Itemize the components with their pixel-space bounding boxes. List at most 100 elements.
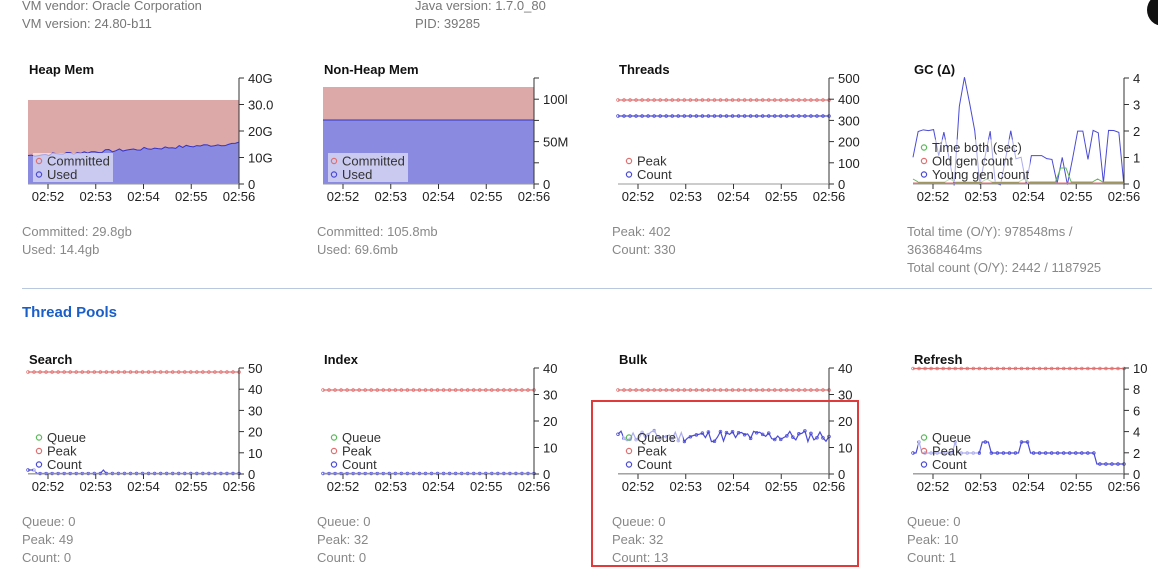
gc-total-time-cont: 36368464ms xyxy=(907,242,983,257)
y-tick-label: 50 xyxy=(248,361,262,376)
y-tick-label: 30.0 xyxy=(248,98,273,113)
x-tick-label: 02:55 xyxy=(175,189,208,204)
index-queue: Queue: 0 xyxy=(317,514,371,529)
refresh-count: Count: 1 xyxy=(907,550,957,565)
y-tick-label: 4 xyxy=(1133,71,1140,86)
heap-mem-title: Heap Mem xyxy=(29,62,95,77)
y-tick-label: 300 xyxy=(838,113,860,128)
y-tick-label: 100l xyxy=(543,92,568,107)
x-tick-label: 02:56 xyxy=(223,189,256,204)
legend-label: Count xyxy=(47,457,82,472)
x-tick-label: 02:52 xyxy=(917,479,950,494)
vm-vendor: VM vendor: Oracle Corporation xyxy=(22,0,202,13)
heap-mem-chart: 40G30.020G10G002:52 02:53 02:54 02:55 02:56C… xyxy=(27,71,273,204)
x-tick-label: 02:53 xyxy=(964,479,997,494)
legend-label: Used xyxy=(47,167,77,182)
x-tick-label: 02:55 xyxy=(765,189,798,204)
search-pool-chart: 5040302010002:52 02:53 02:54 02:55 02:56Queu… xyxy=(26,361,262,494)
window-control[interactable] xyxy=(1147,0,1158,26)
index-peak: Peak: 32 xyxy=(317,532,369,547)
y-tick-label: 10 xyxy=(248,446,262,461)
heap-stats: Committed: 29.8gb Used: 14.4gb xyxy=(22,223,132,259)
gc-total-time: Total time (O/Y): 978548ms / xyxy=(907,224,1073,239)
non-heap-mem-title: Non-Heap Mem xyxy=(324,62,419,77)
x-tick-label: 02:55 xyxy=(1060,189,1093,204)
legend-label: Count xyxy=(932,457,967,472)
y-tick-label: 1 xyxy=(1133,151,1140,166)
x-tick-label: 02:56 xyxy=(1108,189,1141,204)
x-tick-label: 02:53 xyxy=(374,189,407,204)
refresh-title: Refresh xyxy=(914,352,963,367)
index-stats: Queue: 0 Peak: 32 Count: 0 xyxy=(317,513,371,567)
thread-pools-heading: Thread Pools xyxy=(22,304,118,321)
legend-label: Young gen count xyxy=(932,167,1030,182)
x-tick-label: 02:55 xyxy=(470,189,503,204)
search-title: Search xyxy=(29,352,73,367)
y-tick-label: 500 xyxy=(838,71,860,86)
nonheap-stats: Committed: 105.8mb Used: 69.6mb xyxy=(317,223,438,259)
refresh-stats: Queue: 0 Peak: 10 Count: 1 xyxy=(907,513,961,567)
legend-label: Count xyxy=(637,167,672,182)
y-tick-label: 40 xyxy=(248,382,262,397)
nonheap-committed: Committed: 105.8mb xyxy=(317,224,438,239)
bulk-highlight-box xyxy=(591,400,859,567)
y-tick-label: 40 xyxy=(838,361,852,376)
heap-committed: Committed: 29.8gb xyxy=(22,224,132,239)
x-tick-label: 02:54 xyxy=(127,189,160,204)
y-tick-label: 100 xyxy=(838,156,860,171)
x-tick-label: 02:52 xyxy=(917,189,950,204)
x-tick-label: 02:56 xyxy=(813,189,846,204)
search-peak: Peak: 49 xyxy=(22,532,74,547)
threads-title: Threads xyxy=(619,62,670,77)
y-tick-label: 10 xyxy=(543,441,557,456)
threads-count: Count: 330 xyxy=(612,242,676,257)
x-tick-label: 02:52 xyxy=(32,189,65,204)
threads-peak: Peak: 402 xyxy=(612,224,671,239)
y-tick-label: 40 xyxy=(543,361,557,376)
search-stats: Queue: 0 Peak: 49 Count: 0 xyxy=(22,513,76,567)
y-tick-label: 20 xyxy=(248,425,262,440)
y-tick-label: 2 xyxy=(1133,124,1140,139)
bulk-title: Bulk xyxy=(619,352,648,367)
x-tick-label: 02:53 xyxy=(79,189,112,204)
x-tick-label: 02:55 xyxy=(470,479,503,494)
section-divider xyxy=(22,288,1152,289)
gc-stats: Total time (O/Y): 978548ms / 36368464ms … xyxy=(907,223,1101,277)
index-count: Count: 0 xyxy=(317,550,367,565)
java-version: Java version: 1.7.0_80 xyxy=(415,0,546,13)
x-tick-label: 02:54 xyxy=(1012,189,1045,204)
x-tick-label: 02:54 xyxy=(127,479,160,494)
refresh-peak: Peak: 10 xyxy=(907,532,959,547)
y-tick-label: 200 xyxy=(838,135,860,150)
x-tick-label: 02:55 xyxy=(175,479,208,494)
refresh-pool-chart: 108642002:52 02:53 02:54 02:55 02:56QueuePea… xyxy=(911,361,1147,494)
legend-label: Used xyxy=(342,167,372,182)
nonheap-used: Used: 69.6mb xyxy=(317,242,398,257)
refresh-queue: Queue: 0 xyxy=(907,514,961,529)
legend-label: Count xyxy=(342,457,377,472)
x-tick-label: 02:55 xyxy=(1060,479,1093,494)
x-tick-label: 02:56 xyxy=(518,479,551,494)
y-tick-label: 400 xyxy=(838,92,860,107)
y-tick-label: 40G xyxy=(248,71,273,86)
x-tick-label: 02:52 xyxy=(327,189,360,204)
search-count: Count: 0 xyxy=(22,550,72,565)
y-tick-label: 3 xyxy=(1133,98,1140,113)
y-tick-label: 4 xyxy=(1133,425,1140,440)
x-tick-label: 02:56 xyxy=(1108,479,1141,494)
x-tick-label: 02:54 xyxy=(422,189,455,204)
y-tick-label: 2 xyxy=(1133,446,1140,461)
x-tick-label: 02:56 xyxy=(223,479,256,494)
x-tick-label: 02:53 xyxy=(374,479,407,494)
x-tick-label: 02:52 xyxy=(32,479,65,494)
y-tick-label: 30 xyxy=(543,388,557,403)
threads-chart: 500400300200100002:52 02:53 02:54 02:55 02:5… xyxy=(616,71,860,204)
gc-chart: 4321002:52 02:53 02:54 02:55 02:56Time both … xyxy=(912,71,1141,204)
search-queue: Queue: 0 xyxy=(22,514,76,529)
y-tick-label: 10 xyxy=(1133,361,1147,376)
heap-used: Used: 14.4gb xyxy=(22,242,100,257)
y-tick-label: 50M xyxy=(543,135,568,150)
threads-stats: Peak: 402 Count: 330 xyxy=(612,223,676,259)
pid: PID: 39285 xyxy=(415,16,481,31)
gc-total-count: Total count (O/Y): 2442 / 1187925 xyxy=(907,260,1102,275)
